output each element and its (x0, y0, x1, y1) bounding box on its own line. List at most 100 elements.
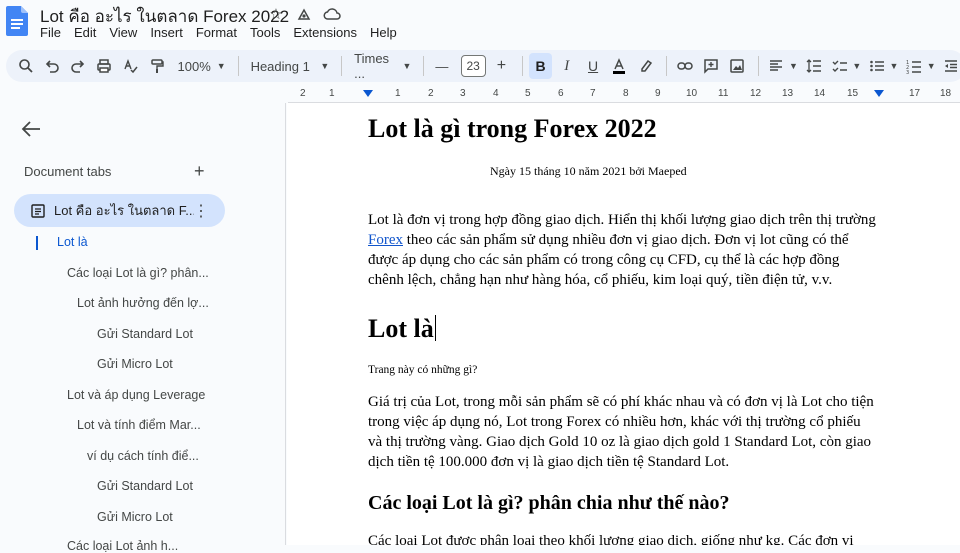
divider (522, 56, 523, 76)
decrease-indent-icon[interactable] (940, 53, 960, 79)
outline-item[interactable]: Gửi Micro Lot (97, 357, 173, 371)
ruler-tick: 9 (655, 88, 661, 99)
byline[interactable]: Ngày 15 tháng 10 năm 2021 bởi Maeped (490, 164, 687, 179)
docs-logo-icon[interactable] (6, 6, 28, 36)
divider (666, 56, 668, 76)
outline-item[interactable]: Gửi Micro Lot (97, 510, 173, 524)
menu-file[interactable]: File (40, 25, 67, 40)
ruler-tick: 11 (718, 88, 729, 99)
paragraph-2[interactable]: Giá trị của Lot, trong mỗi sản phẩm sẽ c… (368, 392, 878, 472)
right-indent-marker-icon[interactable] (874, 90, 884, 97)
print-icon[interactable] (93, 53, 116, 79)
ruler[interactable]: 2 1 1 2 3 4 5 6 7 8 9 10 11 12 13 14 15 … (288, 87, 960, 103)
bulleted-list-icon[interactable] (865, 53, 888, 79)
chevron-down-icon: ▼ (320, 61, 330, 71)
indent-marker-icon[interactable] (363, 90, 373, 97)
outline-item[interactable]: Các loại Lot là gì? phân... (67, 266, 209, 280)
spellcheck-icon[interactable] (119, 53, 142, 79)
text-color-icon[interactable] (608, 53, 631, 79)
ruler-tick: 17 (909, 88, 921, 99)
document-icon (31, 203, 45, 218)
move-to-drive-icon[interactable] (294, 4, 314, 24)
ruler-tick: 18 (940, 88, 952, 99)
star-icon[interactable]: ☆ (266, 4, 286, 24)
more-options-icon[interactable]: ⋮ (193, 201, 209, 221)
zoom-select[interactable]: 100% ▼ (172, 53, 232, 79)
document-page[interactable]: Lot là gì trong Forex 2022 Ngày 15 tháng… (287, 103, 960, 545)
outline-item[interactable]: Lot và tính điểm Mar... (77, 418, 201, 432)
menu-tools[interactable]: Tools (250, 25, 286, 40)
insert-image-icon[interactable] (726, 53, 749, 79)
numbered-list-icon[interactable]: 123 (902, 53, 925, 79)
highlight-color-icon[interactable] (634, 53, 657, 79)
paragraph-text: theo các sản phẩm sử dụng nhiều đơn vị g… (368, 232, 849, 288)
outline-item[interactable]: Gửi Standard Lot (97, 327, 193, 341)
chevron-down-icon: ▼ (216, 61, 226, 71)
document-canvas[interactable]: Lot là gì trong Forex 2022 Ngày 15 tháng… (287, 103, 960, 545)
toolbar: 100% ▼ Heading 1 ▼ Times ... ▼ — 23 + B I U… (6, 50, 960, 82)
outline-item[interactable]: Lot và áp dụng Leverage (67, 388, 205, 402)
font-select[interactable]: Times ... ▼ (348, 51, 417, 81)
chevron-down-icon[interactable]: ▼ (852, 61, 861, 71)
menu-format[interactable]: Format (196, 25, 243, 40)
chevron-down-icon[interactable]: ▼ (890, 61, 899, 71)
outline-item[interactable]: Gửi Standard Lot (97, 479, 193, 493)
tab-active-document[interactable]: Lot คือ อะไร ในตลาด F... ⋮ (14, 194, 225, 227)
outline-item[interactable]: Lot là (57, 235, 88, 249)
cloud-saved-icon[interactable] (322, 4, 342, 24)
ruler-tick: 1 (329, 88, 335, 99)
outline-item[interactable]: ví dụ cách tính điể... (87, 449, 199, 463)
paragraph-1[interactable]: Lot là đơn vị trong hợp đồng giao dịch. … (368, 210, 878, 290)
chevron-down-icon[interactable]: ▼ (927, 61, 936, 71)
paragraph-3[interactable]: Các loại Lot được phân loại theo khối lư… (368, 531, 878, 545)
menu-insert[interactable]: Insert (150, 25, 189, 40)
menu-bar: File Edit View Insert Format Tools Exten… (40, 25, 410, 40)
outline-item[interactable]: Các loại Lot ảnh h... (67, 539, 178, 553)
underline-icon[interactable]: U (581, 53, 604, 79)
ruler-tick: 8 (623, 88, 629, 99)
menu-edit[interactable]: Edit (74, 25, 102, 40)
redo-icon[interactable] (67, 53, 90, 79)
outline-current-indicator (36, 236, 38, 250)
undo-icon[interactable] (40, 53, 63, 79)
menu-extensions[interactable]: Extensions (293, 25, 363, 40)
decrease-font-size-button[interactable]: — (430, 53, 453, 79)
outline-item[interactable]: Lot ảnh hưởng đến lợ... (77, 296, 209, 310)
heading-lot-types[interactable]: Các loại Lot là gì? phân chia như thế nà… (368, 492, 730, 515)
ruler-tick: 2 (428, 88, 434, 99)
divider (423, 56, 425, 76)
toc-note[interactable]: Trang này có những gì? (368, 364, 477, 376)
menu-view[interactable]: View (109, 25, 143, 40)
document-tabs-sidebar: Document tabs + Lot คือ อะไร ในตลาด F...… (0, 103, 286, 553)
ruler-tick: 7 (590, 88, 596, 99)
line-spacing-icon[interactable] (802, 53, 825, 79)
style-select[interactable]: Heading 1 ▼ (245, 53, 336, 79)
ruler-tick: 3 (460, 88, 466, 99)
paragraph-text: Lot là đơn vị trong hợp đồng giao dịch. … (368, 212, 876, 228)
menu-help[interactable]: Help (370, 25, 403, 40)
divider (341, 56, 343, 76)
add-comment-icon[interactable] (699, 53, 722, 79)
chevron-down-icon[interactable]: ▼ (789, 61, 798, 71)
add-tab-icon[interactable]: + (194, 161, 205, 182)
back-arrow-icon[interactable] (20, 119, 42, 139)
increase-font-size-button[interactable]: + (490, 53, 513, 79)
ruler-tick: 5 (525, 88, 531, 99)
search-menus-icon[interactable] (14, 53, 37, 79)
title-bar: Lot คือ อะไร ในตลาด Forex 2022 ☆ File Ed… (0, 0, 960, 48)
forex-link[interactable]: Forex (368, 232, 403, 248)
ruler-tick: 1 (395, 88, 401, 99)
align-icon[interactable] (765, 53, 788, 79)
document-heading[interactable]: Lot là gì trong Forex 2022 (368, 114, 657, 144)
checklist-icon[interactable] (828, 53, 851, 79)
insert-link-icon[interactable] (673, 53, 696, 79)
ruler-tick: 6 (558, 88, 564, 99)
heading-lot-la[interactable]: Lot là (368, 314, 437, 344)
bold-icon[interactable]: B (528, 53, 553, 79)
title-actions: ☆ (266, 4, 342, 24)
font-value: Times ... (354, 51, 390, 81)
italic-icon[interactable]: I (555, 53, 578, 79)
tabs-header: Document tabs (24, 164, 112, 179)
font-size-input[interactable]: 23 (460, 55, 486, 77)
paint-format-icon[interactable] (145, 53, 168, 79)
